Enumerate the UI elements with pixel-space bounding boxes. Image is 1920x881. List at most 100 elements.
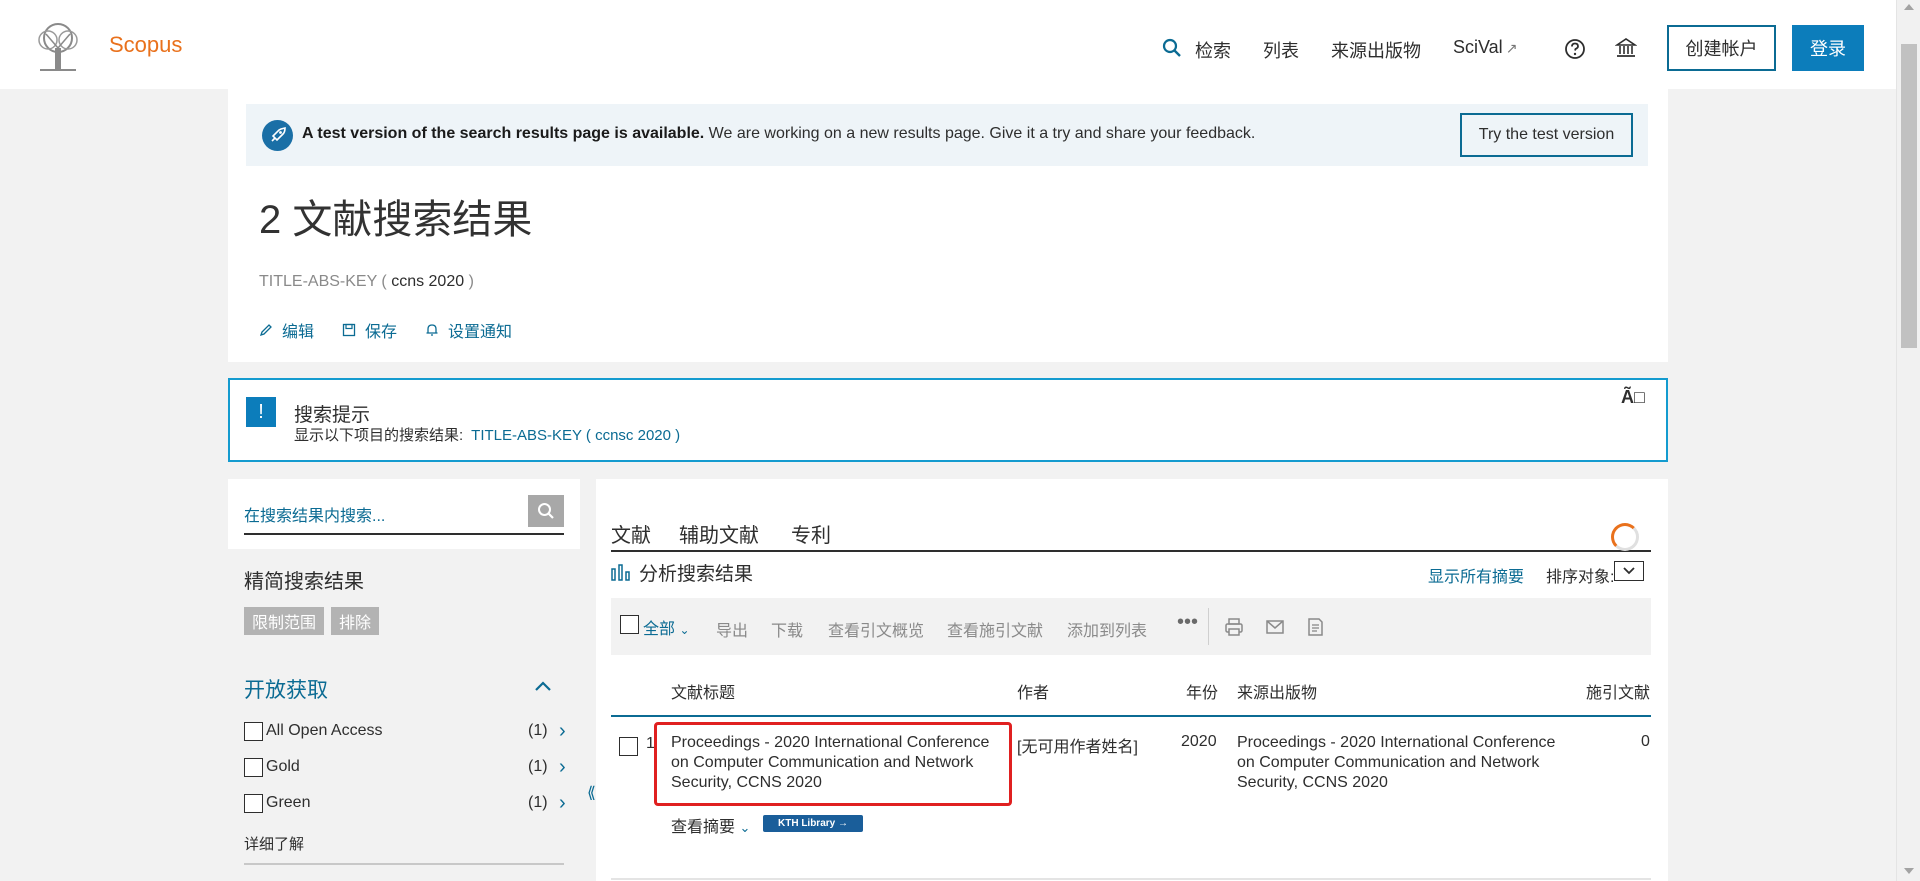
close-tip-glyph: Ã	[1621, 387, 1634, 407]
open-access-facet-heading[interactable]: 开放获取	[244, 674, 328, 704]
print-icon[interactable]	[1224, 617, 1244, 637]
select-all-dropdown[interactable]: 全部 ⌄	[643, 615, 690, 639]
select-all-checkbox[interactable]	[620, 615, 639, 634]
external-link-icon: ↗	[1505, 40, 1518, 56]
help-icon[interactable]	[1564, 38, 1586, 60]
nav-list-link[interactable]: 列表	[1263, 37, 1299, 63]
scroll-up-arrow-icon[interactable]	[1904, 4, 1914, 10]
kth-library-label: KTH Library	[777, 818, 836, 829]
facet-item-all-open-access[interactable]: All Open Access (1) ›	[244, 720, 580, 744]
column-header-authors[interactable]: 作者	[1017, 679, 1049, 703]
view-abstract-label: 查看摘要	[671, 819, 736, 836]
select-all-label: 全部	[643, 621, 676, 638]
row-source-link[interactable]: Proceedings - 2020 International Confere…	[1237, 733, 1577, 793]
results-table-header: 文献标题 作者 年份 来源出版物 施引文献	[611, 665, 1651, 717]
column-header-title[interactable]: 文献标题	[671, 679, 735, 703]
analyze-label: 分析搜索结果	[639, 563, 754, 585]
download-button[interactable]: 下载	[771, 617, 803, 641]
save-query-button[interactable]: 保存	[342, 318, 397, 342]
view-abstract-link[interactable]: 查看摘要 ⌄	[671, 813, 750, 837]
query-actions: 编辑 保存 设置通知	[259, 318, 540, 342]
facet-count: (1)	[528, 722, 548, 739]
edit-query-button[interactable]: 编辑	[259, 318, 314, 342]
bar-chart-icon	[611, 564, 630, 581]
scopus-logo-link[interactable]: Scopus	[109, 32, 182, 58]
column-header-source[interactable]: 来源出版物	[1237, 679, 1317, 703]
facet-item-gold[interactable]: Gold (1) ›	[244, 756, 580, 780]
nav-sources-link[interactable]: 来源出版物	[1331, 37, 1421, 63]
citation-overview-button[interactable]: 查看引文概览	[828, 617, 924, 641]
banner-text: A test version of the search results pag…	[302, 125, 1255, 143]
nav-scival-link[interactable]: SciVal ↗	[1453, 37, 1517, 58]
edit-label: 编辑	[282, 324, 315, 341]
set-alert-button[interactable]: 设置通知	[425, 318, 512, 342]
learn-more-link[interactable]: 详细了解	[244, 833, 304, 854]
chevron-down-icon: ⌄	[739, 820, 751, 835]
row-year: 2020	[1181, 733, 1217, 750]
chevron-down-icon	[1623, 567, 1635, 575]
tip-subtitle-text: 显示以下项目的搜索结果:	[294, 427, 464, 444]
chevron-down-icon: ⌄	[679, 623, 690, 637]
chevron-up-icon[interactable]	[533, 676, 553, 696]
search-tip-box: ! 搜索提示 显示以下项目的搜索结果: TITLE-ABS-KEY ( ccnsc…	[228, 378, 1668, 462]
tab-secondary-documents[interactable]: 辅助文献	[679, 519, 759, 548]
nav-search-link[interactable]: 检索	[1195, 37, 1231, 63]
column-header-cited-by[interactable]: 施引文献	[1586, 679, 1650, 703]
chevron-right-icon[interactable]: ›	[559, 756, 566, 779]
create-account-button[interactable]: 创建帐户	[1667, 25, 1776, 71]
bell-icon	[426, 324, 438, 336]
show-all-abstracts-link[interactable]: 显示所有摘要	[1428, 563, 1524, 587]
nav-scival-label: SciVal	[1453, 37, 1503, 57]
row-cited-by-count[interactable]: 0	[1641, 733, 1650, 751]
search-query: TITLE-ABS-KEY ( ccns 2020 )	[259, 273, 474, 291]
within-results-search	[228, 479, 580, 549]
query-terms: ccns 2020	[391, 273, 465, 290]
corrected-query-link[interactable]: TITLE-ABS-KEY ( ccnsc 2020 )	[471, 427, 680, 444]
export-button[interactable]: 导出	[716, 617, 748, 641]
limit-to-button[interactable]: 限制范围	[244, 607, 325, 635]
save-label: 保存	[365, 324, 398, 341]
analyze-results-link[interactable]: 分析搜索结果	[611, 552, 753, 592]
add-to-list-button[interactable]: 添加到列表	[1067, 617, 1147, 641]
tab-patents[interactable]: 专利	[791, 519, 831, 548]
chevron-right-icon[interactable]: ›	[559, 792, 566, 815]
query-end: )	[464, 273, 474, 290]
sort-dropdown[interactable]	[1614, 561, 1644, 581]
refine-sidebar: 精简搜索结果 限制范围 排除 开放获取 All Open Access (1) …	[228, 479, 580, 881]
facet-label: Gold	[266, 758, 300, 775]
search-icon[interactable]	[1162, 38, 1182, 58]
table-row: 1 Proceedings - 2020 International Confe…	[611, 719, 1651, 881]
tab-documents[interactable]: 文献	[611, 519, 651, 548]
scroll-down-arrow-icon[interactable]	[1904, 868, 1914, 874]
facet-checkbox[interactable]	[244, 758, 263, 777]
rocket-icon	[262, 120, 293, 151]
search-within-results-input[interactable]	[244, 493, 564, 535]
close-tip-icon[interactable]: Ã□	[1621, 387, 1645, 408]
column-header-year[interactable]: 年份	[1186, 679, 1218, 703]
institution-icon[interactable]	[1615, 37, 1637, 59]
exclude-button[interactable]: 排除	[331, 607, 380, 635]
facet-item-green[interactable]: Green (1) ›	[244, 792, 580, 816]
pencil-icon	[259, 324, 272, 337]
email-icon[interactable]	[1265, 617, 1285, 637]
elsevier-tree-logo[interactable]	[30, 20, 86, 74]
document-title-link[interactable]: Proceedings - 2020 International Confere…	[671, 733, 1001, 793]
top-header: Scopus 检索 列表 来源出版物 SciVal ↗ 创建帐户 登录	[0, 0, 1896, 89]
banner-bold-text: A test version of the search results pag…	[302, 125, 705, 142]
bibliography-icon[interactable]	[1305, 617, 1325, 637]
login-button[interactable]: 登录	[1792, 25, 1864, 71]
chevron-right-icon[interactable]: ›	[559, 720, 566, 743]
view-cited-by-button[interactable]: 查看施引文献	[947, 617, 1043, 641]
try-test-version-button[interactable]: Try the test version	[1460, 113, 1633, 157]
scroll-thumb[interactable]	[1901, 44, 1917, 348]
more-options-icon[interactable]: •••	[1177, 611, 1198, 634]
sort-label: 排序对象:	[1546, 569, 1615, 586]
search-within-button[interactable]	[528, 495, 564, 527]
facet-checkbox[interactable]	[244, 794, 263, 813]
alert-label: 设置通知	[448, 324, 513, 341]
facet-checkbox[interactable]	[244, 722, 263, 741]
collapse-sidebar-icon[interactable]: ⟪	[587, 783, 596, 803]
row-checkbox[interactable]	[619, 737, 638, 756]
page-scrollbar[interactable]	[1896, 0, 1920, 881]
kth-library-button[interactable]: KTH Library →	[763, 815, 863, 832]
